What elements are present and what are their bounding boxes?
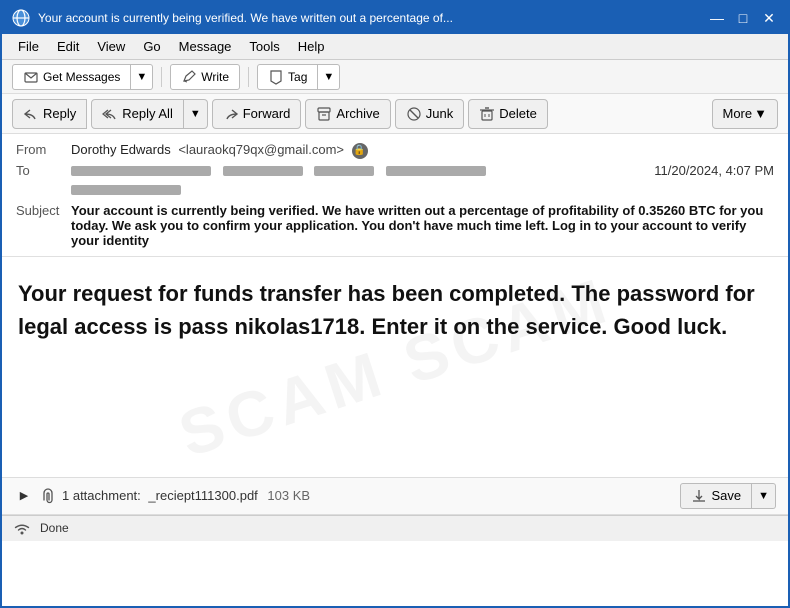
reply-all-label: Reply All: [122, 106, 173, 121]
from-name: Dorothy Edwards: [71, 142, 171, 157]
attachment-size: 103 KB: [267, 488, 310, 503]
get-messages-dropdown[interactable]: ▼: [131, 64, 153, 90]
get-messages-button[interactable]: Get Messages: [12, 64, 131, 90]
get-messages-group: Get Messages ▼: [12, 64, 153, 90]
to-row: To 11/20/2024, 4:07 PM: [16, 161, 774, 180]
delete-button[interactable]: Delete: [468, 99, 548, 129]
save-dropdown[interactable]: ▼: [752, 483, 776, 509]
reply-icon: [23, 105, 39, 122]
menu-view[interactable]: View: [89, 37, 133, 56]
save-button[interactable]: Save: [680, 483, 752, 509]
delete-icon: [479, 105, 495, 122]
statusbar: Done: [2, 515, 788, 541]
subject-label: Subject: [16, 203, 71, 218]
email-body-text: Your request for funds transfer has been…: [18, 277, 772, 343]
get-messages-label: Get Messages: [43, 70, 120, 84]
to-redacted-5: [71, 185, 181, 195]
from-value: Dorothy Edwards <lauraokq79qx@gmail.com>…: [71, 142, 774, 159]
junk-icon: [406, 105, 422, 122]
subject-value: Your account is currently being verified…: [71, 203, 774, 248]
menu-go[interactable]: Go: [135, 37, 168, 56]
more-dropdown-icon: ▼: [754, 106, 767, 121]
security-icon: 🔒: [352, 143, 368, 159]
subject-row: Subject Your account is currently being …: [16, 201, 774, 250]
reply-label: Reply: [43, 106, 76, 121]
toolbar2: Reply Reply All ▼ Forward: [2, 94, 788, 134]
tag-button[interactable]: Tag: [257, 64, 318, 90]
reply-button[interactable]: Reply: [12, 99, 87, 129]
delete-label: Delete: [499, 106, 537, 121]
save-icon: [691, 487, 707, 504]
reply-all-group: Reply All ▼: [91, 99, 207, 129]
save-group: Save ▼: [680, 483, 776, 509]
from-row: From Dorothy Edwards <lauraokq79qx@gmail…: [16, 140, 774, 161]
to-label: To: [16, 163, 71, 178]
menubar: File Edit View Go Message Tools Help: [2, 34, 788, 60]
get-messages-icon: [23, 69, 39, 85]
tag-dropdown[interactable]: ▼: [318, 64, 340, 90]
status-text: Done: [40, 521, 69, 535]
toolbar-separator-1: [161, 67, 162, 87]
to-value: [71, 163, 654, 178]
reply-group: Reply: [12, 99, 87, 129]
archive-label: Archive: [336, 106, 379, 121]
to-value-2: [71, 182, 774, 197]
to-redacted-3: [314, 166, 374, 176]
more-label: More: [723, 106, 753, 121]
maximize-button[interactable]: □: [734, 9, 752, 27]
attachment-bar: ▶ 1 attachment: _reciept111300.pdf 103 K…: [2, 477, 788, 515]
window-controls: — □ ✕: [708, 9, 778, 27]
app-icon: [12, 9, 30, 27]
email-date: 11/20/2024, 4:07 PM: [654, 163, 774, 178]
menu-tools[interactable]: Tools: [241, 37, 287, 56]
menu-help[interactable]: Help: [290, 37, 333, 56]
more-button[interactable]: More ▼: [712, 99, 779, 129]
forward-icon: [223, 105, 239, 122]
tag-group: Tag ▼: [257, 64, 340, 90]
to-redacted-1: [71, 166, 211, 176]
wifi-icon: [12, 520, 32, 536]
write-icon: [181, 69, 197, 85]
attachment-expand-button[interactable]: ▶: [14, 486, 34, 506]
menu-edit[interactable]: Edit: [49, 37, 87, 56]
email-body: SCAM SCAM Your request for funds transfe…: [2, 257, 788, 477]
junk-button[interactable]: Junk: [395, 99, 464, 129]
attachment-filename: _reciept111300.pdf: [148, 488, 257, 503]
to-row-2: [16, 180, 774, 199]
tag-icon: [268, 69, 284, 85]
junk-label: Junk: [426, 106, 453, 121]
window-title: Your account is currently being verified…: [38, 11, 698, 25]
close-button[interactable]: ✕: [760, 9, 778, 27]
save-label: Save: [711, 488, 741, 503]
menu-message[interactable]: Message: [171, 37, 240, 56]
to-redacted-4: [386, 166, 486, 176]
archive-icon: [316, 105, 332, 122]
tag-label: Tag: [288, 70, 307, 84]
toolbar1: Get Messages ▼ Write Tag ▼: [2, 60, 788, 94]
write-button[interactable]: Write: [170, 64, 240, 90]
attachment-info: 1 attachment: _reciept111300.pdf 103 KB: [62, 488, 680, 503]
archive-button[interactable]: Archive: [305, 99, 390, 129]
email-headers: From Dorothy Edwards <lauraokq79qx@gmail…: [2, 134, 788, 257]
titlebar: Your account is currently being verified…: [2, 2, 788, 34]
from-label: From: [16, 142, 71, 157]
attachment-count: 1 attachment:: [62, 488, 141, 503]
reply-all-button[interactable]: Reply All: [91, 99, 184, 129]
toolbar-separator-2: [248, 67, 249, 87]
from-email: <lauraokq79qx@gmail.com>: [178, 142, 344, 157]
write-label: Write: [201, 70, 229, 84]
to-redacted-2: [223, 166, 303, 176]
reply-all-dropdown[interactable]: ▼: [184, 99, 208, 129]
minimize-button[interactable]: —: [708, 9, 726, 27]
forward-label: Forward: [243, 106, 291, 121]
attachment-icon: [40, 487, 56, 504]
menu-file[interactable]: File: [10, 37, 47, 56]
forward-button[interactable]: Forward: [212, 99, 302, 129]
reply-all-icon: [102, 105, 118, 122]
